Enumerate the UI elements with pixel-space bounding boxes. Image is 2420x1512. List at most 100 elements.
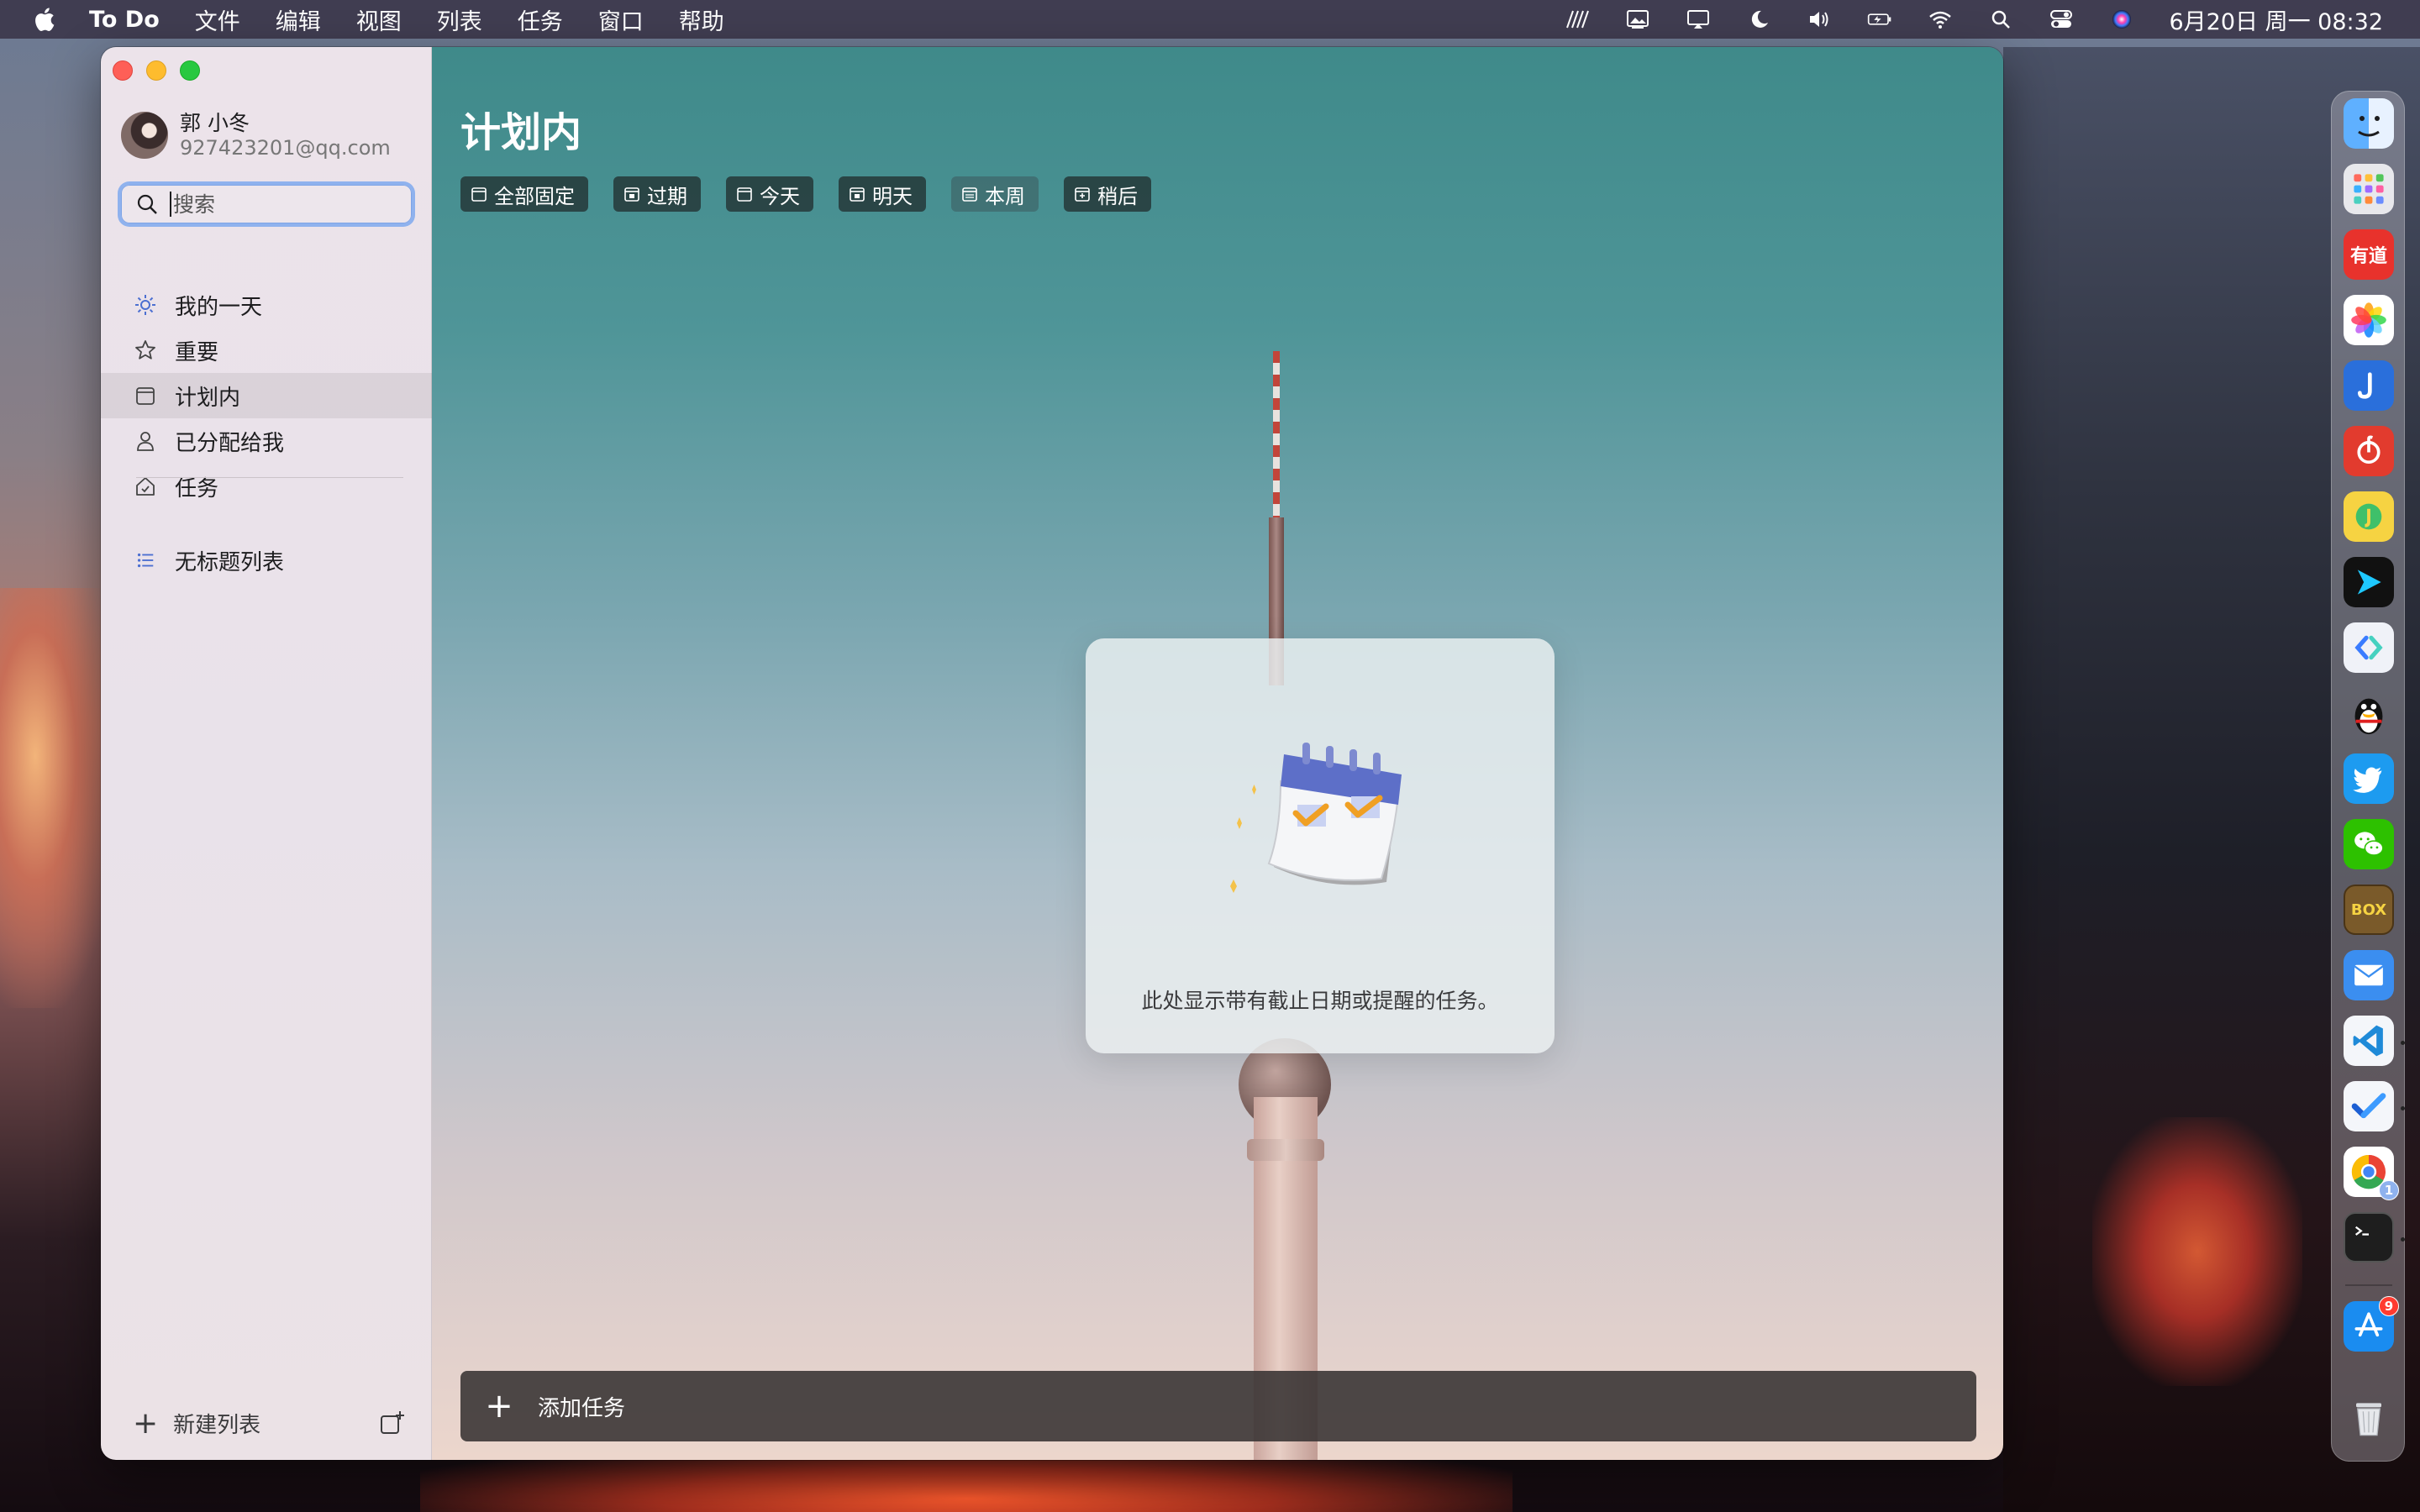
control-center-icon[interactable]	[2043, 0, 2080, 39]
dock-running-indicator	[2401, 1106, 2405, 1110]
moon-icon[interactable]	[1740, 0, 1777, 39]
sidebar-item-tasks[interactable]: 任务	[101, 464, 432, 509]
picture-icon[interactable]	[1619, 0, 1656, 39]
battery-icon[interactable]	[1861, 0, 1898, 39]
dock-qq-icon[interactable]	[2344, 688, 2394, 738]
sidebar-item-label: 已分配给我	[175, 430, 285, 456]
sidebar-divider	[136, 477, 403, 478]
sidebar-item-label: 无标题列表	[175, 549, 285, 575]
dock-links-icon[interactable]	[2344, 622, 2394, 673]
menu-list[interactable]: 列表	[437, 3, 482, 36]
desktop-wallpaper-lava	[2092, 1117, 2302, 1386]
calendar-icon	[133, 383, 158, 408]
dock-running-indicator	[2401, 1237, 2405, 1242]
calendar-icon	[737, 187, 752, 202]
avatar[interactable]	[121, 112, 168, 159]
menu-help[interactable]: 帮助	[679, 3, 724, 36]
dock-vscode-icon[interactable]	[2344, 1016, 2394, 1066]
filter-this-week[interactable]: 本周	[951, 176, 1039, 212]
menu-bar: To Do 文件 编辑 视图 列表 任务 窗口 帮助 6月20日 周一 08:3…	[0, 0, 2420, 39]
dock-todo-icon[interactable]	[2344, 1081, 2394, 1131]
window-controls	[113, 60, 200, 81]
filter-later[interactable]: 稍后	[1064, 176, 1151, 212]
plus-icon: +	[485, 1387, 513, 1425]
filter-all-planned[interactable]: 全部固定	[460, 176, 588, 212]
menu-file[interactable]: 文件	[195, 3, 240, 36]
filter-tomorrow[interactable]: 明天	[839, 176, 926, 212]
apple-menu-icon[interactable]	[30, 6, 57, 33]
page-title: 计划内	[460, 109, 582, 156]
sidebar-item-label: 任务	[175, 475, 219, 501]
filter-overdue[interactable]: 过期	[613, 176, 701, 212]
dock-wechat-icon[interactable]	[2344, 819, 2394, 869]
search-input[interactable]	[170, 192, 388, 217]
new-list-button[interactable]: + 新建列表	[133, 1408, 260, 1439]
sidebar-item-my-day[interactable]: 我的一天	[101, 282, 432, 328]
sidebar-item-planned[interactable]: 计划内	[101, 373, 432, 418]
calendar-icon	[962, 187, 977, 202]
calendar-icon	[624, 187, 639, 202]
filter-label: 本周	[985, 184, 1025, 208]
sun-icon	[133, 292, 158, 318]
menu-view[interactable]: 视图	[356, 3, 402, 36]
spotlight-search-icon[interactable]	[1982, 0, 2019, 39]
sidebar-item-label: 重要	[175, 339, 219, 365]
zoom-window-button[interactable]	[180, 60, 200, 81]
sidebar-item-assigned[interactable]: 已分配给我	[101, 418, 432, 464]
sidebar-item-important[interactable]: 重要	[101, 328, 432, 373]
person-icon	[133, 428, 158, 454]
account-profile[interactable]: 郭 小冬 927423201@qq.com	[121, 111, 391, 160]
add-task-label: 添加任务	[538, 1395, 626, 1421]
list-icon	[133, 548, 158, 573]
add-task-bar[interactable]: + 添加任务	[460, 1371, 1976, 1441]
dock-youdao-icon[interactable]: 有道	[2344, 229, 2394, 280]
dock-music-j-icon[interactable]	[2344, 360, 2394, 411]
volume-icon[interactable]	[1801, 0, 1838, 39]
search-box[interactable]	[121, 185, 412, 223]
calendar-icon	[1075, 187, 1090, 202]
search-icon	[137, 194, 157, 214]
sidebar-item-untitled-list[interactable]: 无标题列表	[101, 538, 432, 583]
close-window-button[interactable]	[113, 60, 133, 81]
dock-photos-icon[interactable]	[2344, 295, 2394, 345]
empty-state-message: 此处显示带有截止日期或提醒的任务。	[1141, 989, 1499, 1013]
app-name-menu[interactable]: To Do	[89, 7, 160, 33]
dock-launchpad-icon[interactable]	[2344, 164, 2394, 214]
menu-edit[interactable]: 编辑	[276, 3, 321, 36]
background-tower-ring	[1247, 1139, 1324, 1161]
dock-chrome-icon[interactable]: 1	[2344, 1147, 2399, 1200]
dock-app-store-icon[interactable]: 9	[2344, 1296, 2399, 1352]
dock-finder-icon[interactable]	[2344, 98, 2394, 149]
dock-dosbox-icon[interactable]: BOX	[2344, 885, 2394, 935]
dock-mail-icon[interactable]	[2344, 950, 2394, 1000]
dock-terminal-icon[interactable]	[2344, 1212, 2394, 1263]
dock-infuse-icon[interactable]	[2344, 557, 2394, 607]
menu-window[interactable]: 窗口	[598, 3, 644, 36]
dock-trash-icon[interactable]	[2344, 1392, 2394, 1442]
filter-today[interactable]: 今天	[726, 176, 813, 212]
menu-task[interactable]: 任务	[518, 3, 563, 36]
minimize-window-button[interactable]	[146, 60, 166, 81]
dock-youdao-label: 有道	[2349, 246, 2387, 267]
airplay-icon[interactable]	[1680, 0, 1717, 39]
dock-netease-music-icon[interactable]	[2344, 426, 2394, 476]
app-store-badge: 9	[2379, 1296, 2399, 1316]
siri-icon[interactable]	[2103, 0, 2140, 39]
menu-clock[interactable]: 6月20日 周一 08:32	[2169, 3, 2383, 36]
plus-icon: +	[133, 1405, 159, 1441]
filter-label: 全部固定	[494, 184, 575, 208]
dock: 有道 BOX 1 9	[2331, 91, 2405, 1462]
main-pane: 计划内 ••• 全部固定 过期 今天 明天 本周	[432, 47, 2003, 1460]
filter-label: 明天	[872, 184, 913, 208]
desktop-wallpaper-glow	[0, 588, 118, 1008]
dock-twitter-icon[interactable]	[2344, 753, 2394, 804]
dock-qq-music-icon[interactable]	[2344, 491, 2394, 542]
calendar-icon	[471, 187, 487, 202]
calendar-illustration-icon	[1230, 743, 1402, 893]
sidebar-nav: 我的一天 重要 计划内 已分配给我 任务	[101, 282, 432, 509]
stripe-icon[interactable]	[1559, 0, 1596, 39]
wifi-icon[interactable]	[1922, 0, 1959, 39]
sidebar-item-label: 计划内	[175, 385, 241, 411]
new-group-icon[interactable]	[378, 1410, 407, 1438]
sidebar: 郭 小冬 927423201@qq.com 我的一天 重要	[101, 47, 432, 1460]
